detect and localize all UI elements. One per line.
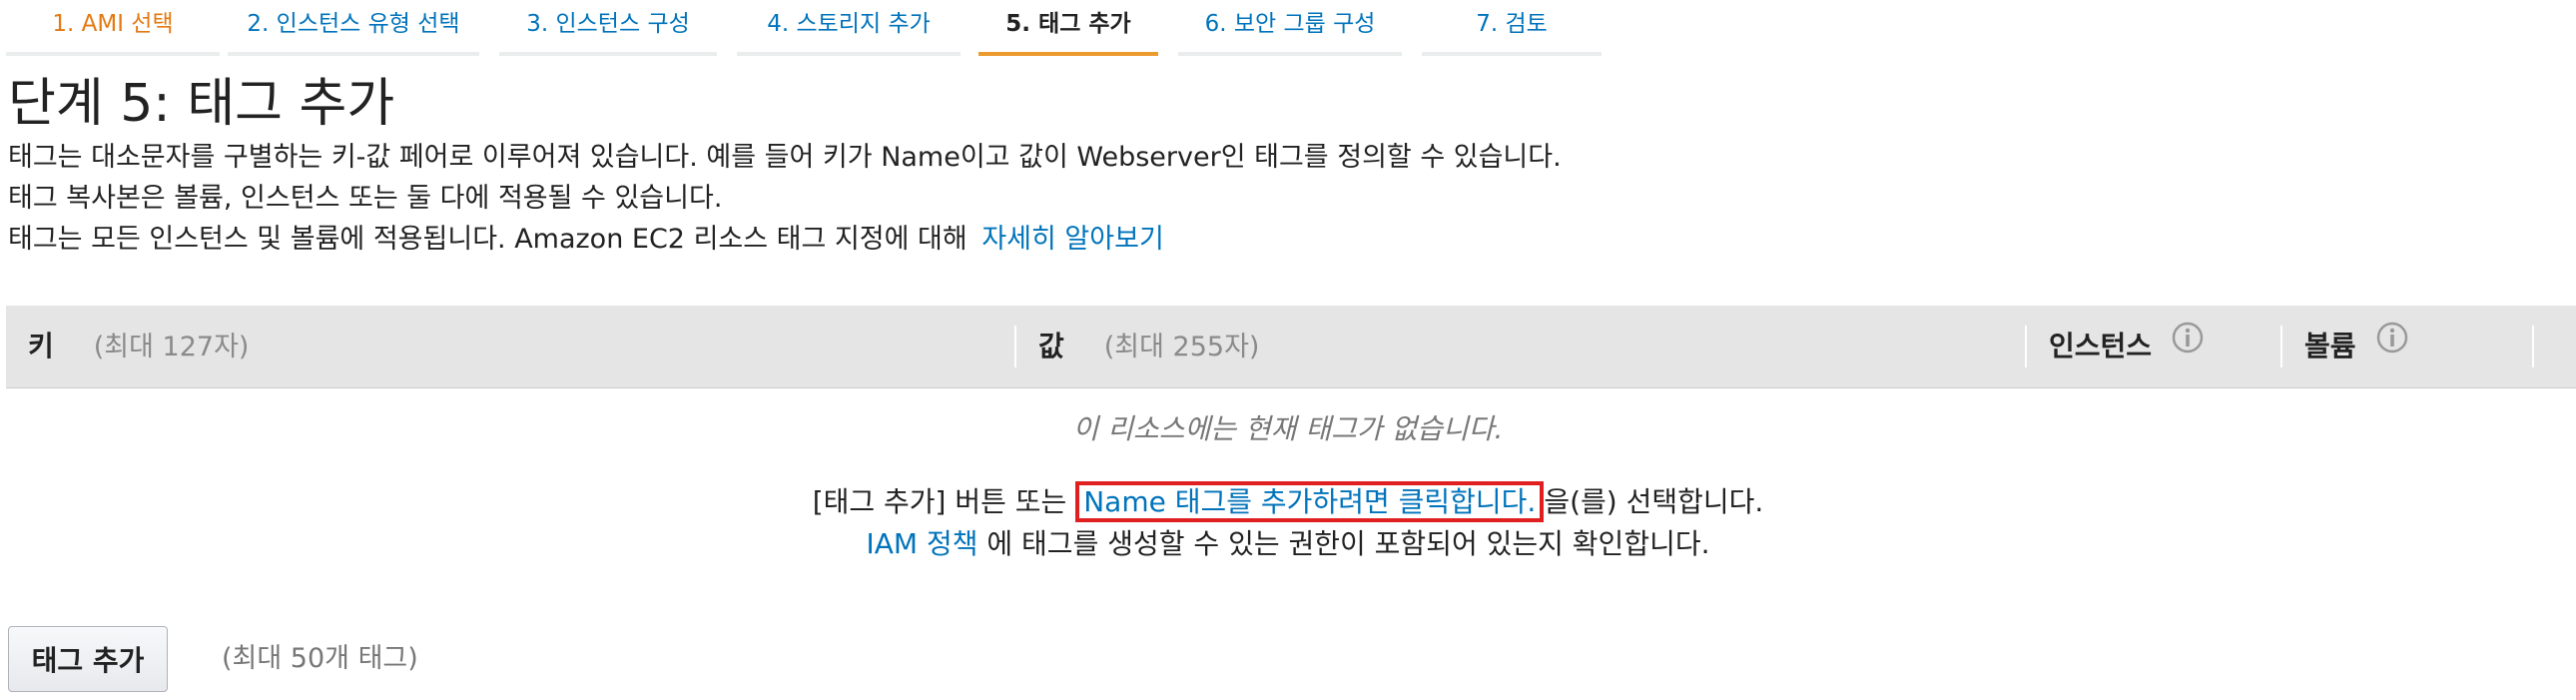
add-tag-instruction: [태그 추가] 버튼 또는 Name 태그를 추가하려면 클릭합니다. 을(를) … (0, 481, 2576, 523)
learn-more-link[interactable]: 자세히 알아보기 (981, 224, 1163, 255)
step-review[interactable]: 7. 검토 (1422, 0, 1602, 56)
value-column-header: 값 (최대 255자) (1038, 306, 1259, 387)
step-choose-ami[interactable]: 1. AMI 선택 (6, 0, 220, 56)
volumes-column-label: 볼륨 (2304, 330, 2356, 362)
value-column-label: 값 (1038, 330, 1064, 362)
add-tags-page: 1. AMI 선택 2. 인스턴스 유형 선택 3. 인스턴스 구성 4. 스토… (0, 0, 2576, 700)
step-add-tags[interactable]: 5. 태그 추가 (978, 0, 1158, 56)
info-circle-icon[interactable] (2171, 309, 2205, 390)
instruction-suffix: 을(를) 선택합니다. (1544, 485, 1764, 518)
wizard-steps: 1. AMI 선택 2. 인스턴스 유형 선택 3. 인스턴스 구성 4. 스토… (0, 0, 2576, 58)
info-circle-icon[interactable] (2375, 309, 2409, 390)
instruction-prefix: [태그 추가] 버튼 또는 (812, 485, 1067, 518)
max-tags-hint: (최대 50개 태그) (222, 643, 418, 674)
column-divider (2532, 326, 2534, 367)
key-column-label: 키 (28, 330, 54, 362)
empty-tags-message: 이 리소스에는 현재 태그가 없습니다. (1072, 412, 1504, 445)
page-title: 단계 5: 태그 추가 (8, 74, 395, 134)
iam-policy-instruction: IAM 정책 에 태그를 생성할 수 있는 권한이 포함되어 있는지 확인합니다… (0, 523, 2576, 565)
step-choose-instance-type[interactable]: 2. 인스턴스 유형 선택 (228, 0, 479, 56)
instances-column-label: 인스턴스 (2049, 330, 2153, 362)
add-name-tag-link[interactable]: Name 태그를 추가하려면 클릭합니다. (1075, 481, 1545, 522)
iam-policy-link[interactable]: IAM 정책 (866, 527, 977, 560)
add-tag-button[interactable]: 태그 추가 (8, 626, 168, 692)
description-line-3-text: 태그는 모든 인스턴스 및 볼륨에 적용됩니다. Amazon EC2 리소스 … (8, 224, 967, 255)
column-divider (1014, 326, 1016, 367)
tags-table-header: 키 (최대 127자) 값 (최대 255자) 인스턴스 볼륨 (6, 306, 2576, 388)
step-configure-security-group[interactable]: 6. 보안 그룹 구성 (1178, 0, 1402, 56)
iam-policy-text: 에 태그를 생성할 수 있는 권한이 포함되어 있는지 확인합니다. (986, 527, 1710, 560)
step-add-storage[interactable]: 4. 스토리지 추가 (737, 0, 961, 56)
instances-column-header: 인스턴스 (2049, 306, 2205, 387)
description-line-1: 태그는 대소문자를 구별하는 키-값 페어로 이루어져 있습니다. 예를 들어 … (8, 142, 1562, 173)
step-configure-instance[interactable]: 3. 인스턴스 구성 (499, 0, 717, 56)
description-line-2: 태그 복사본은 볼륨, 인스턴스 또는 둘 다에 적용될 수 있습니다. (8, 183, 723, 214)
key-column-hint: (최대 127자) (93, 332, 250, 362)
column-divider (2280, 326, 2282, 367)
column-divider (2025, 326, 2027, 367)
value-column-hint: (최대 255자) (1103, 332, 1260, 362)
volumes-column-header: 볼륨 (2304, 306, 2409, 387)
description-line-3: 태그는 모든 인스턴스 및 볼륨에 적용됩니다. Amazon EC2 리소스 … (8, 220, 1164, 260)
key-column-header: 키 (최대 127자) (28, 306, 249, 387)
